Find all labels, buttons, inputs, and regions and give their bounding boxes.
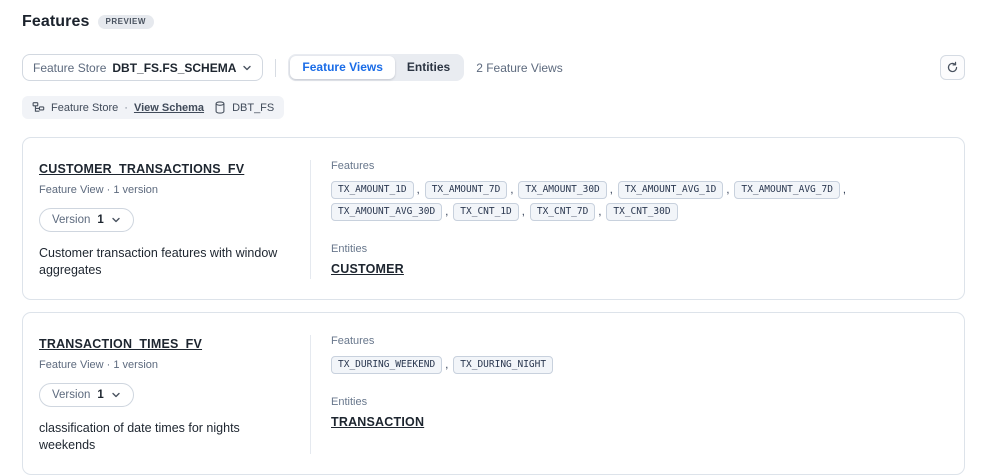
page-header: Features PREVIEW [0,0,985,31]
features-section-label: Features [331,335,940,347]
feature-chip: TX_AMOUNT_AVG_7D [734,181,840,199]
chip-separator: , [598,206,601,218]
chip-separator: , [843,184,846,196]
chevron-down-icon [242,63,252,73]
feature-chip: TX_CNT_1D [453,203,518,221]
preview-badge: PREVIEW [98,15,154,29]
feature-chip: TX_AMOUNT_1D [331,181,414,199]
breadcrumb: Feature Store · View Schema DBT_FS [22,96,284,119]
feature-chip: TX_DURING_WEEKEND [331,356,442,374]
version-value: 1 [97,389,103,401]
chip-separator: , [522,206,525,218]
feature-view-meta: Feature View · 1 version [39,359,296,371]
chip-separator: , [610,184,613,196]
feature-store-selector-value: DBT_FS.FS_SCHEMA [112,61,236,75]
version-label: Version [52,214,90,226]
database-icon [214,101,226,114]
refresh-button[interactable] [940,55,965,80]
entity-link[interactable]: TRANSACTION [331,415,424,429]
entities-section-label: Entities [331,396,940,408]
feature-chip: TX_AMOUNT_30D [518,181,606,199]
version-dropdown[interactable]: Version 1 [39,208,134,232]
feature-chip-list: TX_DURING_WEEKEND, TX_DURING_NIGHT [331,354,940,376]
feature-view-title-link[interactable]: TRANSACTION_TIMES_FV [39,337,202,351]
feature-views-count: 2 Feature Views [476,61,563,75]
feature-chip: TX_DURING_NIGHT [453,356,553,374]
chip-separator: , [510,184,513,196]
entity-link[interactable]: CUSTOMER [331,262,404,276]
feature-chip: TX_CNT_7D [530,203,595,221]
chevron-down-icon [111,390,121,400]
feature-view-meta: Feature View · 1 version [39,184,296,196]
breadcrumb-feature-store-text: Feature Store [51,102,118,114]
breadcrumb-database-name: DBT_FS [232,102,274,114]
chip-separator: , [417,184,420,196]
chip-separator: , [445,359,448,371]
card-summary: TRANSACTION_TIMES_FV Feature View · 1 ve… [23,335,311,454]
feature-store-selector[interactable]: Feature Store DBT_FS.FS_SCHEMA [22,54,263,81]
page-title: Features [22,13,90,31]
view-tabs: Feature Views Entities [288,54,464,81]
feature-chip: TX_AMOUNT_7D [425,181,508,199]
feature-view-description: Customer transaction features with windo… [39,245,296,279]
feature-view-card-customer-transactions: CUSTOMER_TRANSACTIONS_FV Feature View · … [22,137,965,300]
feature-chip: TX_AMOUNT_AVG_30D [331,203,442,221]
chevron-down-icon [111,215,121,225]
features-page: Features PREVIEW Feature Store DBT_FS.FS… [0,0,985,456]
version-label: Version [52,389,90,401]
refresh-icon [946,61,959,74]
feature-store-icon [32,101,45,114]
feature-view-description: classification of date times for nights … [39,420,296,454]
toolbar-divider [275,59,276,77]
feature-store-selector-label: Feature Store [33,61,106,75]
chip-separator: , [445,206,448,218]
entities-section-label: Entities [331,243,940,255]
tab-feature-views[interactable]: Feature Views [290,56,394,80]
feature-view-title-link[interactable]: CUSTOMER_TRANSACTIONS_FV [39,162,244,176]
feature-chip: TX_AMOUNT_AVG_1D [618,181,724,199]
version-value: 1 [97,214,103,226]
card-details: Features TX_DURING_WEEKEND, TX_DURING_NIG… [311,335,964,454]
version-dropdown[interactable]: Version 1 [39,383,134,407]
features-section-label: Features [331,160,940,172]
card-summary: CUSTOMER_TRANSACTIONS_FV Feature View · … [23,160,311,279]
tab-entities[interactable]: Entities [395,56,462,80]
chip-separator: , [726,184,729,196]
breadcrumb-separator: · [124,102,128,114]
view-schema-link[interactable]: View Schema [134,102,204,114]
feature-chip: TX_CNT_30D [606,203,677,221]
feature-view-list: CUSTOMER_TRANSACTIONS_FV Feature View · … [0,137,985,475]
breadcrumb-row: Feature Store · View Schema DBT_FS [0,96,985,119]
feature-chip-list: TX_AMOUNT_1D,TX_AMOUNT_7D,TX_AMOUNT_30D,… [331,179,940,223]
toolbar: Feature Store DBT_FS.FS_SCHEMA Feature V… [0,54,985,81]
feature-view-card-transaction-times: TRANSACTION_TIMES_FV Feature View · 1 ve… [22,312,965,475]
card-details: Features TX_AMOUNT_1D,TX_AMOUNT_7D,TX_AM… [311,160,964,279]
